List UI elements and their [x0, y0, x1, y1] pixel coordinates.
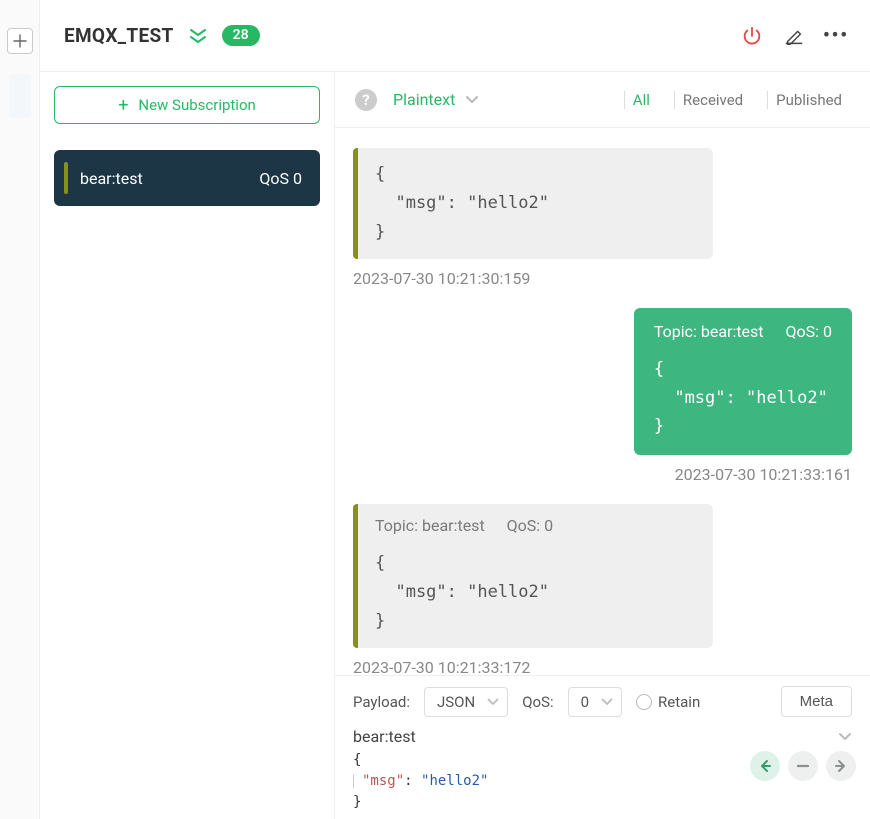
message-bubble[interactable]: { "msg": "hello2" }	[353, 148, 713, 259]
meta-button[interactable]: Meta	[781, 686, 852, 717]
topic-input[interactable]: bear:test	[353, 727, 416, 746]
message-bubble[interactable]: Topic: bear:test QoS: 0 { "msg": "hello2…	[353, 504, 713, 648]
chevron-down-icon	[601, 698, 613, 706]
arrow-right-icon	[834, 759, 848, 773]
plus-icon: +	[118, 95, 128, 116]
filter-published[interactable]: Published	[767, 91, 850, 109]
edit-button[interactable]	[780, 22, 808, 50]
message-topic: Topic: bear:test	[654, 322, 764, 341]
message-timestamp: 2023-07-30 10:21:33:172	[353, 658, 852, 675]
connection-name: EMQX_TEST	[64, 24, 174, 47]
subscription-qos: QoS 0	[259, 169, 302, 188]
minus-icon	[796, 759, 810, 773]
power-icon	[741, 25, 763, 47]
publish-editor: Payload: JSON QoS: 0 Retain Meta	[335, 675, 870, 819]
subscription-topic: bear:test	[80, 169, 143, 188]
scroll-back-button[interactable]	[750, 751, 780, 781]
format-select[interactable]: Plaintext	[393, 90, 479, 109]
subscription-color-stripe	[64, 162, 68, 194]
qos-label: QoS:	[522, 693, 553, 711]
payload-label: Payload:	[353, 693, 410, 711]
disconnect-button[interactable]	[738, 22, 766, 50]
chevron-double-down-icon	[188, 28, 208, 44]
chevron-down-icon	[465, 95, 479, 105]
connection-header: EMQX_TEST 28 •••	[40, 0, 870, 72]
message-toolbar: ? Plaintext All Received Published	[335, 72, 870, 128]
message-topic: Topic: bear:test	[375, 516, 485, 535]
add-connection-button[interactable]	[7, 28, 33, 54]
message-bubble[interactable]: Topic: bear:test QoS: 0 { "msg": "hello2…	[634, 308, 852, 456]
message-received: { "msg": "hello2" } 2023-07-30 10:21:30:…	[353, 148, 852, 288]
subscriptions-panel: + New Subscription bear:test QoS 0	[40, 72, 335, 819]
message-received: Topic: bear:test QoS: 0 { "msg": "hello2…	[353, 504, 852, 675]
message-body: { "msg": "hello2" }	[375, 160, 695, 247]
help-icon[interactable]: ?	[355, 89, 377, 111]
filter-received[interactable]: Received	[674, 91, 751, 109]
clear-button[interactable]	[788, 751, 818, 781]
message-qos: QoS: 0	[786, 322, 832, 341]
message-stripe	[353, 504, 358, 648]
retain-toggle[interactable]: Retain	[636, 693, 700, 711]
collapse-toggle[interactable]	[188, 28, 208, 44]
message-count-badge: 28	[222, 25, 260, 47]
message-qos: QoS: 0	[507, 516, 553, 535]
qos-select[interactable]: 0	[568, 687, 622, 717]
connections-rail	[0, 0, 40, 819]
message-body: { "msg": "hello2" }	[375, 549, 695, 636]
plus-icon	[13, 34, 27, 48]
new-subscription-label: New Subscription	[138, 96, 255, 114]
format-label: Plaintext	[393, 90, 455, 109]
arrow-left-icon	[758, 759, 772, 773]
send-button[interactable]	[826, 751, 856, 781]
message-sent: Topic: bear:test QoS: 0 { "msg": "hello2…	[353, 308, 852, 485]
rail-active-tab[interactable]	[9, 74, 31, 118]
message-body: { "msg": "hello2" }	[654, 355, 832, 442]
message-timestamp: 2023-07-30 10:21:33:161	[675, 465, 852, 484]
chevron-down-icon[interactable]	[838, 732, 852, 742]
more-menu-button[interactable]: •••	[822, 22, 850, 50]
payload-format-select[interactable]: JSON	[424, 687, 508, 717]
message-stream: { "msg": "hello2" } 2023-07-30 10:21:30:…	[335, 128, 870, 675]
pencil-icon	[783, 25, 805, 47]
message-timestamp: 2023-07-30 10:21:30:159	[353, 269, 852, 288]
message-stripe	[353, 148, 358, 259]
filter-all[interactable]: All	[624, 91, 658, 109]
new-subscription-button[interactable]: + New Subscription	[54, 86, 320, 124]
chevron-down-icon	[487, 698, 499, 706]
subscription-card[interactable]: bear:test QoS 0	[54, 150, 320, 206]
